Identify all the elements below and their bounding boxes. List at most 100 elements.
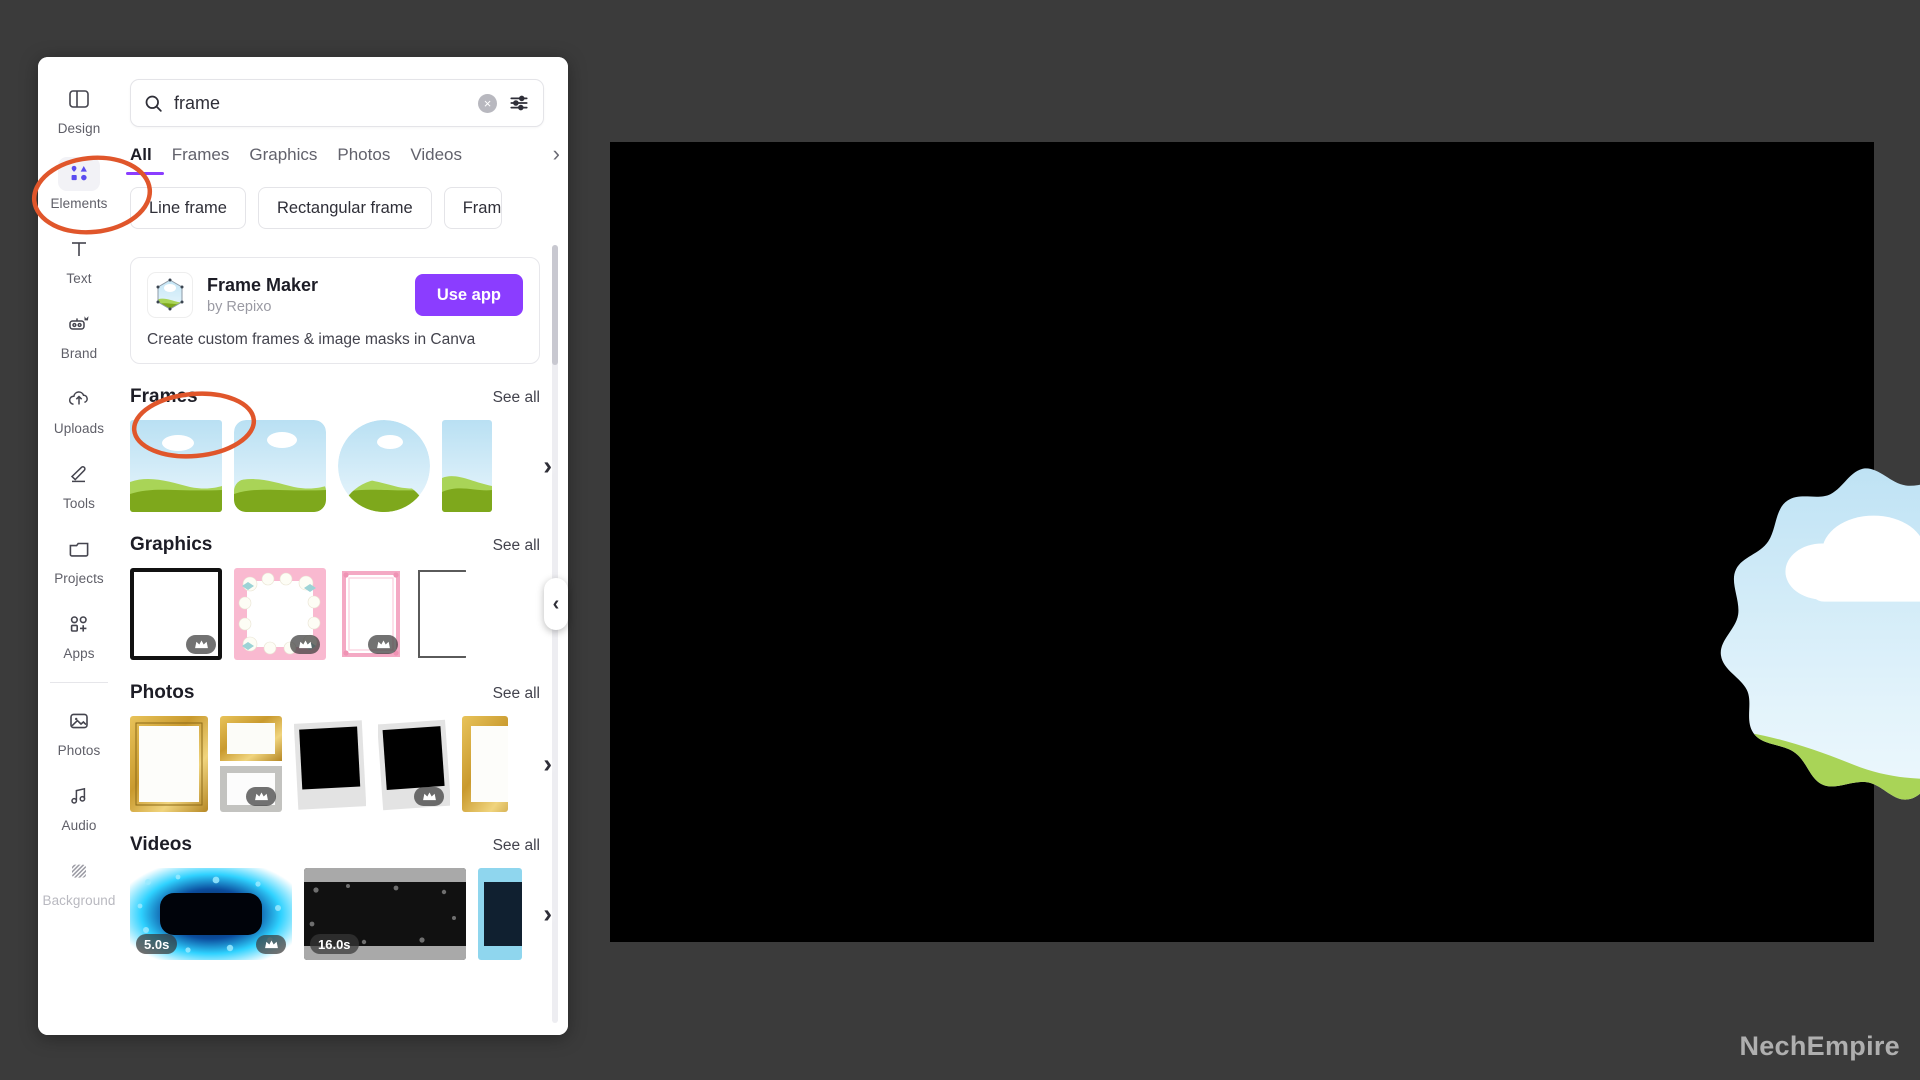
sidebar-item-design[interactable]: Design <box>42 75 116 141</box>
see-all-graphics[interactable]: See all <box>493 537 540 555</box>
sidebar-item-apps[interactable]: Apps <box>42 600 116 666</box>
graphic-thumb-pink-floral[interactable] <box>234 568 326 660</box>
brand-icon <box>58 307 100 341</box>
photo-thumb-gold-partial[interactable] <box>462 716 508 812</box>
sidebar-label-tools: Tools <box>63 496 95 511</box>
section-graphics: Graphics See all <box>130 534 568 660</box>
frames-section-title: Frames <box>130 386 198 408</box>
app-title: Frame Maker <box>207 275 401 297</box>
video-thumb-grain[interactable]: 16.0s <box>304 868 466 960</box>
scalloped-frame-element[interactable] <box>1650 464 1920 894</box>
sidebar-item-projects[interactable]: Projects <box>42 525 116 591</box>
section-header-photos: Photos See all <box>130 682 540 704</box>
graphics-thumb-row: › <box>130 568 540 660</box>
chevron-left-icon: ‹ <box>553 594 560 614</box>
sidebar-label-design: Design <box>58 121 101 136</box>
panel-content: frame × All Frames Graphics Photos <box>120 57 568 1035</box>
sidebar-item-audio[interactable]: Audio <box>42 772 116 838</box>
tab-photos[interactable]: Photos <box>337 145 390 175</box>
video-duration: 5.0s <box>136 934 177 954</box>
video-thumb-partial[interactable] <box>478 868 522 960</box>
pill-frame-partial[interactable]: Fram <box>444 187 502 229</box>
use-app-button[interactable]: Use app <box>415 274 523 316</box>
search-icon <box>143 93 164 114</box>
videos-next-icon[interactable]: › <box>543 899 552 930</box>
sidebar-label-photos: Photos <box>58 743 101 758</box>
see-all-photos[interactable]: See all <box>493 685 540 703</box>
results-scroll-area[interactable]: Frame Maker by Repixo Use app Create cus… <box>120 243 568 1035</box>
sidebar-label-text: Text <box>66 271 91 286</box>
graphic-thumb-outline-partial[interactable] <box>416 568 466 660</box>
pro-crown-badge <box>186 635 216 654</box>
frame-maker-app-icon <box>147 272 193 318</box>
app-promo-card[interactable]: Frame Maker by Repixo Use app Create cus… <box>130 257 540 364</box>
pro-crown-badge <box>414 787 444 806</box>
section-videos: Videos See all <box>130 834 568 960</box>
sidebar-item-photos[interactable]: Photos <box>42 697 116 763</box>
frame-thumb-partial[interactable] <box>442 420 492 512</box>
suggested-searches: Line frame Rectangular frame Fram <box>120 175 568 229</box>
filter-sliders-icon[interactable] <box>507 92 531 114</box>
graphics-section-title: Graphics <box>130 534 212 556</box>
videos-thumb-row: 5.0s <box>130 868 540 960</box>
sidebar-item-elements[interactable]: Elements <box>42 150 116 216</box>
projects-icon <box>58 532 100 566</box>
app-description: Create custom frames & image masks in Ca… <box>147 331 523 349</box>
pro-crown-badge <box>256 935 286 954</box>
sidebar-item-brand[interactable]: Brand <box>42 300 116 366</box>
pill-rectangular-frame[interactable]: Rectangular frame <box>258 187 432 229</box>
section-header-frames: Frames See all <box>130 386 540 408</box>
graphic-thumb-pink-rect[interactable] <box>338 568 404 660</box>
sidebar-item-uploads[interactable]: Uploads <box>42 375 116 441</box>
frames-next-icon[interactable]: › <box>543 451 552 482</box>
collapse-panel-button[interactable]: ‹ <box>544 578 568 630</box>
app-root: NechEmpire Design <box>0 0 1920 1080</box>
photo-thumb-gold-ornate[interactable] <box>130 716 208 812</box>
frames-thumb-row: › <box>130 420 540 512</box>
tabs-next-icon[interactable]: › <box>553 141 560 175</box>
section-header-videos: Videos See all <box>130 834 540 856</box>
app-card-meta: Frame Maker by Repixo <box>207 275 401 316</box>
background-icon <box>58 854 100 888</box>
panel-scrollbar-thumb[interactable] <box>552 245 558 365</box>
see-all-videos[interactable]: See all <box>493 837 540 855</box>
pill-line-frame[interactable]: Line frame <box>130 187 246 229</box>
sidebar-item-tools[interactable]: Tools <box>42 450 116 516</box>
tools-icon <box>58 457 100 491</box>
frame-thumb-square[interactable] <box>130 420 222 512</box>
sidebar-label-elements: Elements <box>50 196 107 211</box>
clear-icon[interactable]: × <box>478 94 497 113</box>
sidebar-label-audio: Audio <box>61 818 96 833</box>
graphic-thumb-black-square[interactable] <box>130 568 222 660</box>
photo-thumb-polaroid-1[interactable] <box>294 716 366 812</box>
tab-all[interactable]: All <box>130 145 152 175</box>
tab-videos[interactable]: Videos <box>410 145 462 175</box>
search-bar[interactable]: frame × <box>130 79 544 127</box>
pro-crown-badge <box>290 635 320 654</box>
tab-graphics[interactable]: Graphics <box>249 145 317 175</box>
sidebar-divider <box>50 682 108 683</box>
search-input[interactable]: frame <box>174 93 468 114</box>
sidebar-item-background[interactable]: Background <box>42 847 116 913</box>
text-icon <box>58 232 100 266</box>
scalloped-landscape-svg <box>1650 464 1920 894</box>
see-all-frames[interactable]: See all <box>493 389 540 407</box>
tab-frames[interactable]: Frames <box>172 145 230 175</box>
sidebar-item-text[interactable]: Text <box>42 225 116 291</box>
design-canvas[interactable] <box>610 142 1874 942</box>
section-photos: Photos See all <box>130 682 568 812</box>
video-thumb-blue-glitter[interactable]: 5.0s <box>130 868 292 960</box>
category-tabs: All Frames Graphics Photos Videos › <box>120 127 568 175</box>
frame-thumb-circle[interactable] <box>338 420 430 512</box>
photos-thumb-row: › <box>130 716 540 812</box>
sidebar-label-projects: Projects <box>54 571 104 586</box>
pro-crown-badge <box>368 635 398 654</box>
photo-thumb-polaroid-2[interactable] <box>378 716 450 812</box>
section-frames: Frames See all <box>130 386 568 512</box>
elements-panel: Design Elements <box>38 57 568 1035</box>
photos-next-icon[interactable]: › <box>543 749 552 780</box>
search-row: frame × <box>120 57 568 127</box>
photo-thumb-gold-silver-stack[interactable] <box>220 716 282 812</box>
frame-thumb-rounded[interactable] <box>234 420 326 512</box>
pro-crown-badge <box>246 787 276 806</box>
